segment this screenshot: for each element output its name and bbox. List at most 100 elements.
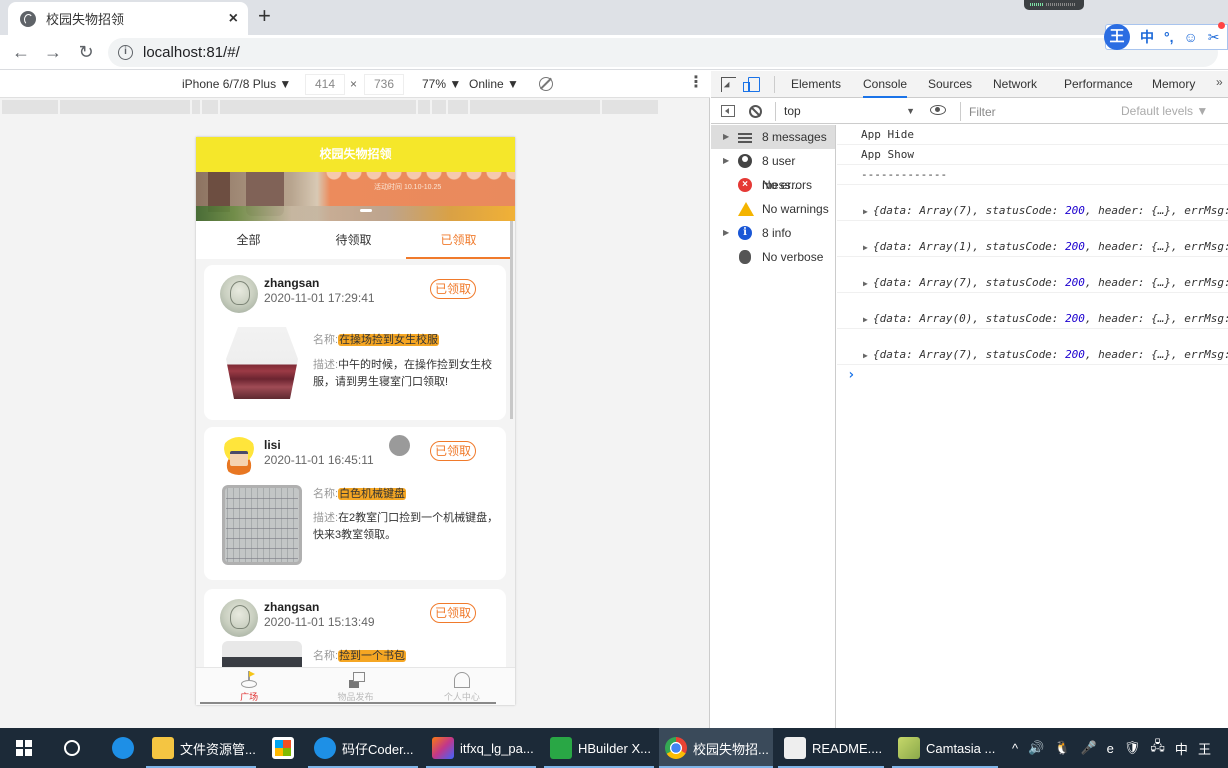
tab-network[interactable]: Network (993, 71, 1037, 98)
clear-console-icon[interactable] (749, 105, 762, 118)
ime-scissors-icon[interactable]: ✂ (1208, 29, 1220, 46)
taskbar-hbuilder[interactable]: HBuilder X... (544, 728, 654, 768)
sidebar-item-errors[interactable]: × No errors (711, 173, 835, 197)
item-image[interactable] (226, 327, 298, 399)
context-select[interactable]: top ▼ (775, 102, 917, 121)
cortana-search-icon[interactable] (64, 740, 80, 756)
expand-icon[interactable]: ▶ (863, 310, 868, 330)
sidebar-item-label: 8 info (762, 226, 792, 240)
sidebar-item-warnings[interactable]: No warnings (711, 197, 835, 221)
status-badge[interactable]: 已领取 (430, 603, 476, 623)
bottom-tab-publish[interactable]: 物品发布 (302, 668, 408, 705)
tab-elements[interactable]: Elements (791, 71, 841, 98)
tab-claimed[interactable]: 已领取 (406, 221, 511, 259)
status-badge[interactable]: 已领取 (430, 441, 476, 461)
taskbar-store[interactable] (266, 728, 300, 768)
desc-label: 描述: (313, 512, 339, 524)
more-tabs-icon[interactable]: » (1216, 75, 1223, 89)
sidebar-item-info[interactable]: ▶ i 8 info (711, 221, 835, 245)
console-object-entry[interactable]: ▶ {data: Array(0), statusCode: 200, head… (837, 293, 1228, 329)
back-button[interactable]: ← (10, 41, 32, 63)
tab-performance[interactable]: Performance (1064, 71, 1133, 98)
close-tab-icon[interactable]: × (229, 10, 238, 28)
console-object-entry[interactable]: ▶ {data: Array(7), statusCode: 200, head… (837, 257, 1228, 293)
network-throttle-select[interactable]: Online ▼ (469, 77, 519, 91)
name-label: 名称: (313, 650, 339, 662)
height-input[interactable]: 736 (364, 74, 404, 95)
expand-icon[interactable]: ▶ (863, 238, 868, 258)
item-image[interactable] (222, 485, 302, 565)
log-levels-select[interactable]: Default levels ▼ (1121, 104, 1208, 118)
system-tray: ^ 🔊 🐧 🎤 e 🛡 🖧 中 王 (1012, 728, 1211, 768)
width-input[interactable]: 414 (305, 74, 345, 95)
console-object-entry[interactable]: ▶ {data: Array(7), statusCode: 200, head… (837, 329, 1228, 365)
sidebar-item-user-messages[interactable]: ▶ 8 user mess... (711, 149, 835, 192)
ime-notification-dot (1218, 22, 1225, 29)
tab-sources[interactable]: Sources (928, 71, 972, 98)
sidebar-item-label: No warnings (762, 202, 829, 216)
address-bar[interactable]: i localhost:81/#/ (108, 38, 1218, 67)
media-query-bar[interactable] (0, 100, 710, 114)
banner-carousel[interactable]: 活动时间 10.10-10.25 (196, 172, 515, 221)
tray-expand-icon[interactable]: ^ (1012, 741, 1018, 756)
windows-start-icon[interactable] (16, 740, 32, 756)
post-username: zhangsan (264, 600, 320, 614)
more-options-icon[interactable]: ⋮ (688, 75, 704, 91)
ime-tray-icon[interactable]: 王 (1198, 739, 1211, 758)
network-icon[interactable]: 🖧 (1150, 737, 1165, 759)
console-object-entry[interactable]: ▶ {data: Array(1), statusCode: 200, head… (837, 221, 1228, 257)
new-tab-button[interactable]: + (258, 5, 271, 27)
taskbar-camtasia[interactable]: Camtasia ... (892, 728, 998, 768)
rotate-icon[interactable] (539, 77, 553, 91)
post-card[interactable]: lisi 2020-11-01 16:45:11 已领取 名称:白色机械键盘 描… (204, 427, 506, 580)
browser-tab[interactable]: 校园失物招领 × (8, 2, 248, 35)
hbuilder-icon (550, 737, 572, 759)
console-object-entry[interactable]: ▶ {data: Array(7), statusCode: 200, head… (837, 185, 1228, 221)
security-shield-icon[interactable]: 🛡 (1124, 740, 1141, 756)
volume-icon[interactable]: 🔊 (1028, 740, 1044, 756)
reload-button[interactable]: ↻ (75, 41, 97, 63)
forward-button[interactable]: → (42, 41, 64, 63)
status-badge[interactable]: 已领取 (430, 279, 476, 299)
inspect-element-icon[interactable] (721, 77, 736, 92)
expand-icon[interactable]: ▶ (863, 346, 868, 366)
tab-pending[interactable]: 待领取 (301, 221, 406, 259)
taskbar-edge[interactable] (106, 728, 140, 768)
console-prompt[interactable]: › (837, 365, 1228, 385)
tab-console[interactable]: Console (863, 71, 908, 98)
site-info-icon[interactable]: i (118, 45, 133, 60)
bottom-tab-profile[interactable]: 个人中心 (409, 668, 515, 705)
device-toggle-icon[interactable] (743, 77, 760, 92)
qq-icon[interactable]: 🐧 (1054, 740, 1070, 756)
avatar (220, 437, 258, 475)
expand-icon[interactable]: ▶ (863, 274, 868, 294)
tab-all[interactable]: 全部 (196, 221, 301, 259)
ie-tray-icon[interactable]: e (1107, 741, 1114, 756)
ime-punctuation-toggle[interactable]: °, (1164, 29, 1174, 45)
ime-chinese-toggle[interactable]: 中 (1140, 27, 1154, 47)
bottom-tab-plaza[interactable]: 广场 (196, 668, 302, 705)
device-select[interactable]: iPhone 6/7/8 Plus ▼ (182, 77, 291, 91)
carousel-indicator[interactable] (360, 209, 372, 212)
taskbar-chrome[interactable]: 校园失物招... (659, 728, 773, 768)
ime-emoji-icon[interactable]: ☺ (1184, 29, 1198, 45)
show-sidebar-icon[interactable] (721, 105, 735, 117)
taskbar-ie[interactable]: 码仔Coder... (308, 728, 418, 768)
live-expression-eye-icon[interactable] (930, 105, 946, 115)
zoom-select[interactable]: 77% ▼ (422, 77, 461, 91)
input-language-icon[interactable]: 中 (1175, 739, 1188, 758)
taskbar-typora[interactable]: README.... (778, 728, 884, 768)
url-text[interactable]: localhost:81/#/ (143, 44, 240, 61)
ime-logo-icon[interactable]: 王 (1104, 24, 1130, 50)
taskbar-file-explorer[interactable]: 文件资源管... (146, 728, 256, 768)
microphone-icon[interactable]: 🎤 (1080, 740, 1096, 756)
taskbar-intellij[interactable]: itfxq_lg_pa... (426, 728, 536, 768)
tab-memory[interactable]: Memory (1152, 71, 1195, 98)
camtasia-icon (898, 737, 920, 759)
sidebar-item-messages[interactable]: ▶ 8 messages (711, 125, 835, 149)
expand-icon[interactable]: ▶ (863, 202, 868, 222)
console-filter-input[interactable] (960, 102, 1112, 121)
sidebar-item-verbose[interactable]: No verbose (711, 245, 835, 269)
post-card[interactable]: zhangsan 2020-11-01 17:29:41 已领取 名称:在操场捡… (204, 265, 506, 420)
scrollbar[interactable] (510, 221, 513, 419)
